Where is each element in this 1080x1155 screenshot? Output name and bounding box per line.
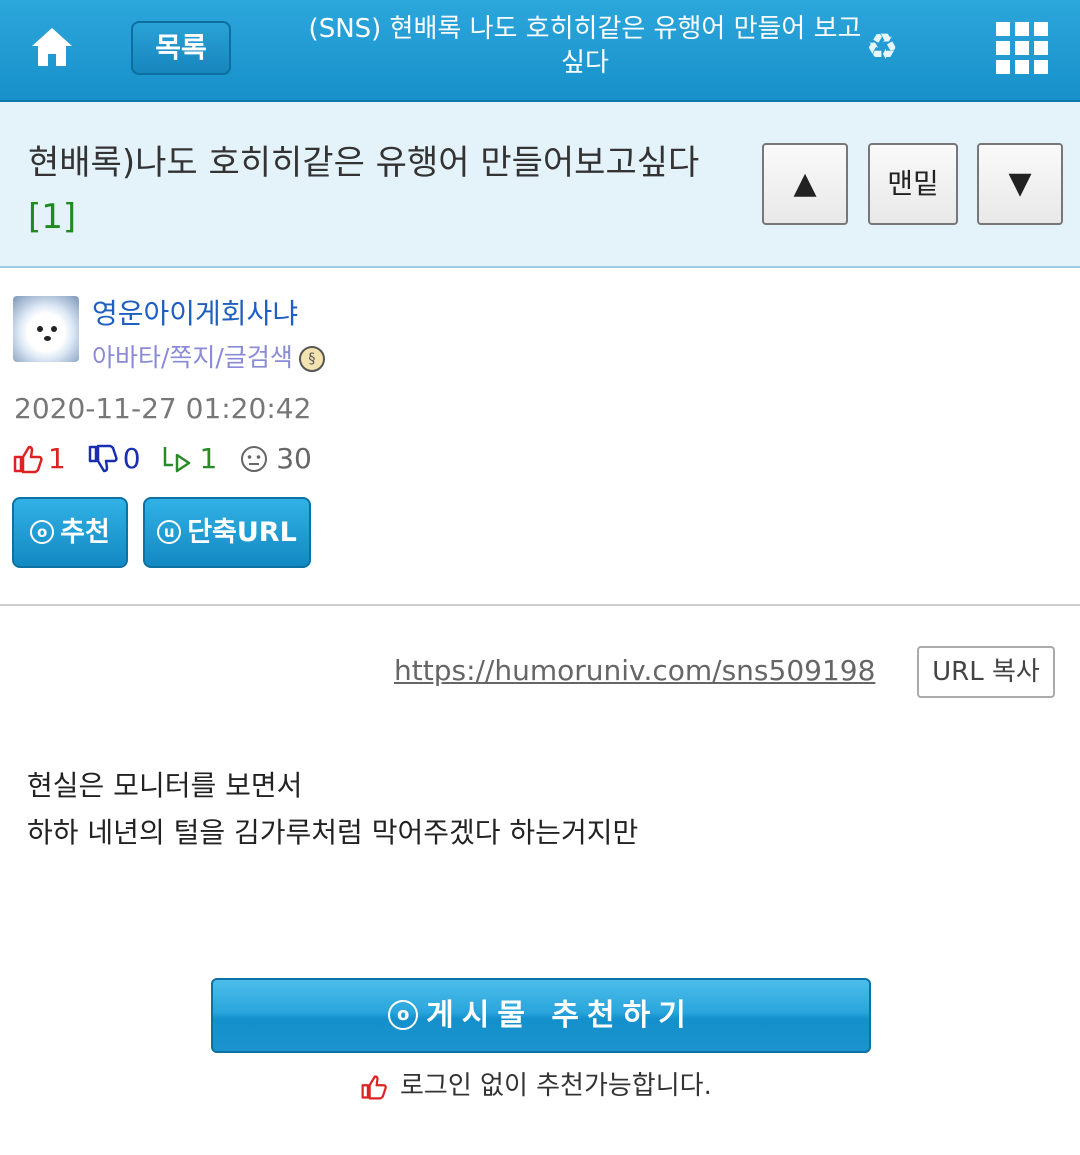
post-recommend-label: 게시물 추천하기 xyxy=(426,998,694,1033)
author-links[interactable]: 아바타/쪽지/글검색 § xyxy=(92,338,325,374)
post-recommend-button[interactable]: o 게시물 추천하기 xyxy=(211,978,871,1053)
header-title: (SNS) 현배록 나도 호히히같은 유행어 만들어 보고싶다 xyxy=(308,14,862,78)
url-icon: u xyxy=(157,519,182,544)
views-face-icon xyxy=(241,446,268,472)
scroll-up-button[interactable]: ▲ xyxy=(762,143,848,225)
list-button[interactable]: 목록 xyxy=(131,21,231,75)
scroll-bottom-button[interactable]: 맨밑 xyxy=(868,143,958,225)
view-count: 30 xyxy=(276,442,312,475)
author-name[interactable]: 영운아이게회사냐 xyxy=(92,292,298,332)
url-copy-button[interactable]: URL 복사 xyxy=(917,646,1055,698)
author-links-text[interactable]: 아바타/쪽지/글검색 xyxy=(92,343,293,372)
post-date: 2020-11-27 01:20:42 xyxy=(14,392,312,425)
reply-count: 1 xyxy=(199,442,218,475)
no-login-note: 로그인 없이 추천가능합니다. xyxy=(360,1068,712,1104)
post-title: 현배록)나도 호히히같은 유행어 만들어보고싶다 [1] xyxy=(28,136,728,244)
post-stats: 1 0 1 30 xyxy=(12,440,312,476)
top-bar: 목록 (SNS) 현배록 나도 호히히같은 유행어 만들어 보고싶다 ♻ xyxy=(0,0,1080,102)
content-line: 하하 네년의 털을 김가루처럼 막어주겠다 하는거지만 xyxy=(27,816,639,849)
no-login-text: 로그인 없이 추천가능합니다. xyxy=(400,1071,712,1101)
recommend-label: 추천 xyxy=(60,517,110,548)
content-line: 현실은 모니터를 보면서 xyxy=(27,769,303,802)
reply-icon xyxy=(164,447,191,473)
recommend-icon: o xyxy=(30,519,55,544)
down-count: 0 xyxy=(122,442,141,475)
home-icon[interactable] xyxy=(28,24,76,70)
thumbs-up-icon xyxy=(13,445,43,474)
divider xyxy=(0,604,1080,606)
level-badge-icon: § xyxy=(298,346,325,372)
avatar[interactable] xyxy=(13,296,79,362)
recommend-icon: o xyxy=(388,999,419,1030)
post-content: 현실은 모니터를 보면서 하하 네년의 털을 김가루처럼 막어주겠다 하는거지만 xyxy=(27,762,638,856)
scroll-down-button[interactable]: ▼ xyxy=(977,143,1063,225)
recycle-icon[interactable]: ♻ xyxy=(862,28,902,68)
grid-menu-icon[interactable] xyxy=(996,22,1048,74)
up-count: 1 xyxy=(48,442,66,475)
recommend-button[interactable]: o 추천 xyxy=(12,497,128,568)
short-url-button[interactable]: u 단축URL xyxy=(143,497,311,568)
comment-count[interactable]: [1] xyxy=(28,190,728,244)
post-url-link[interactable]: https://humoruniv.com/sns509198 xyxy=(394,654,875,687)
short-url-label: 단축URL xyxy=(187,517,297,548)
thumbs-down-icon xyxy=(88,444,118,473)
post-title-text: 현배록)나도 호히히같은 유행어 만들어보고싶다 xyxy=(28,143,700,183)
thumbs-up-icon xyxy=(361,1074,387,1099)
post-title-band: 현배록)나도 호히히같은 유행어 만들어보고싶다 [1] ▲ 맨밑 ▼ xyxy=(0,102,1080,268)
